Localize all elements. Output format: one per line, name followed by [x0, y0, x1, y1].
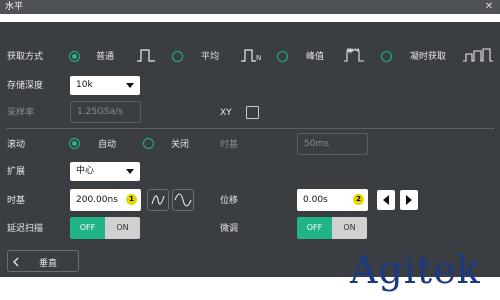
coarse-adjust-button[interactable] [147, 189, 169, 211]
sample-rate-label: 采样率 [7, 108, 35, 118]
dialog-title: 水平 [5, 2, 24, 12]
expand-value: 中心 [76, 166, 95, 176]
radio-acq-hold[interactable] [381, 51, 392, 62]
peak-wave-icon [344, 48, 364, 62]
roll-timebase-label: 时基 [220, 140, 239, 150]
fine-tune-off[interactable]: OFF [297, 217, 332, 239]
fine-tune-toggle[interactable]: OFF ON [297, 217, 367, 239]
acq-normal-label: 普通 [96, 52, 115, 62]
knob-1-badge: 1 [126, 194, 137, 205]
normal-wave-icon [137, 49, 155, 62]
acquisition-label: 获取方式 [7, 52, 44, 62]
acq-hold-label: 凝时获取 [410, 52, 447, 62]
radio-acq-normal[interactable] [69, 51, 80, 62]
fine-adjust-button[interactable] [172, 189, 194, 211]
radio-acq-average[interactable] [172, 51, 183, 62]
hold-wave-icon [463, 48, 493, 62]
roll-off-label: 关闭 [171, 140, 190, 150]
roll-timebase-field: 50ms [297, 133, 368, 155]
memory-depth-value: 10k [76, 80, 93, 90]
acq-peak-label: 峰值 [306, 52, 325, 62]
chevron-down-icon [126, 83, 134, 88]
roll-auto-label: 自动 [98, 140, 117, 150]
delayed-scan-toggle[interactable]: OFF ON [70, 217, 140, 239]
memory-depth-label: 存储深度 [7, 81, 44, 91]
sample-rate-field: 1.25GSa/s [70, 101, 141, 123]
xy-checkbox[interactable] [246, 106, 259, 119]
memory-depth-select[interactable]: 10k [70, 76, 140, 95]
divider [6, 128, 494, 129]
delayed-scan-off[interactable]: OFF [70, 217, 105, 239]
watermark-logo: Agitek [350, 248, 481, 292]
average-wave-icon: N [241, 49, 261, 62]
roll-label: 滚动 [7, 140, 26, 150]
expand-select[interactable]: 中心 [70, 162, 140, 181]
title-bar: 水平 ✕ [0, 0, 500, 14]
radio-roll-off[interactable] [143, 138, 154, 149]
timebase-label: 时基 [7, 196, 26, 206]
acq-average-label: 平均 [201, 52, 220, 62]
arrow-right-icon [406, 195, 412, 205]
radio-acq-peak[interactable] [277, 51, 288, 62]
timebase-value: 200.00ns [76, 195, 118, 205]
roll-timebase-value: 50ms [304, 139, 329, 149]
close-icon[interactable]: ✕ [484, 0, 494, 14]
position-input[interactable]: 0.00s 2 [297, 189, 368, 211]
vertical-button[interactable]: 垂直 [7, 250, 79, 272]
sine-wave-icon [174, 193, 192, 207]
position-left-button[interactable] [377, 190, 395, 210]
position-value: 0.00s [303, 195, 328, 205]
vertical-button-label: 垂直 [39, 259, 58, 269]
timebase-input[interactable]: 200.00ns 1 [70, 189, 141, 211]
expand-label: 扩展 [7, 167, 26, 177]
radio-roll-auto[interactable] [69, 138, 80, 149]
chevron-left-icon [13, 257, 19, 267]
fine-tune-label: 微调 [220, 224, 239, 234]
sample-rate-value: 1.25GSa/s [77, 107, 123, 117]
fine-tune-on[interactable]: ON [332, 217, 367, 239]
chevron-down-icon [126, 169, 134, 174]
delayed-scan-label: 延迟扫描 [7, 224, 44, 234]
knob-2-badge: 2 [353, 194, 364, 205]
delayed-scan-on[interactable]: ON [105, 217, 140, 239]
position-label: 位移 [220, 196, 239, 206]
small-wave-icon [151, 195, 165, 205]
arrow-left-icon [383, 195, 389, 205]
position-right-button[interactable] [400, 190, 418, 210]
xy-label: XY [220, 108, 232, 118]
svg-text:N: N [256, 54, 261, 62]
